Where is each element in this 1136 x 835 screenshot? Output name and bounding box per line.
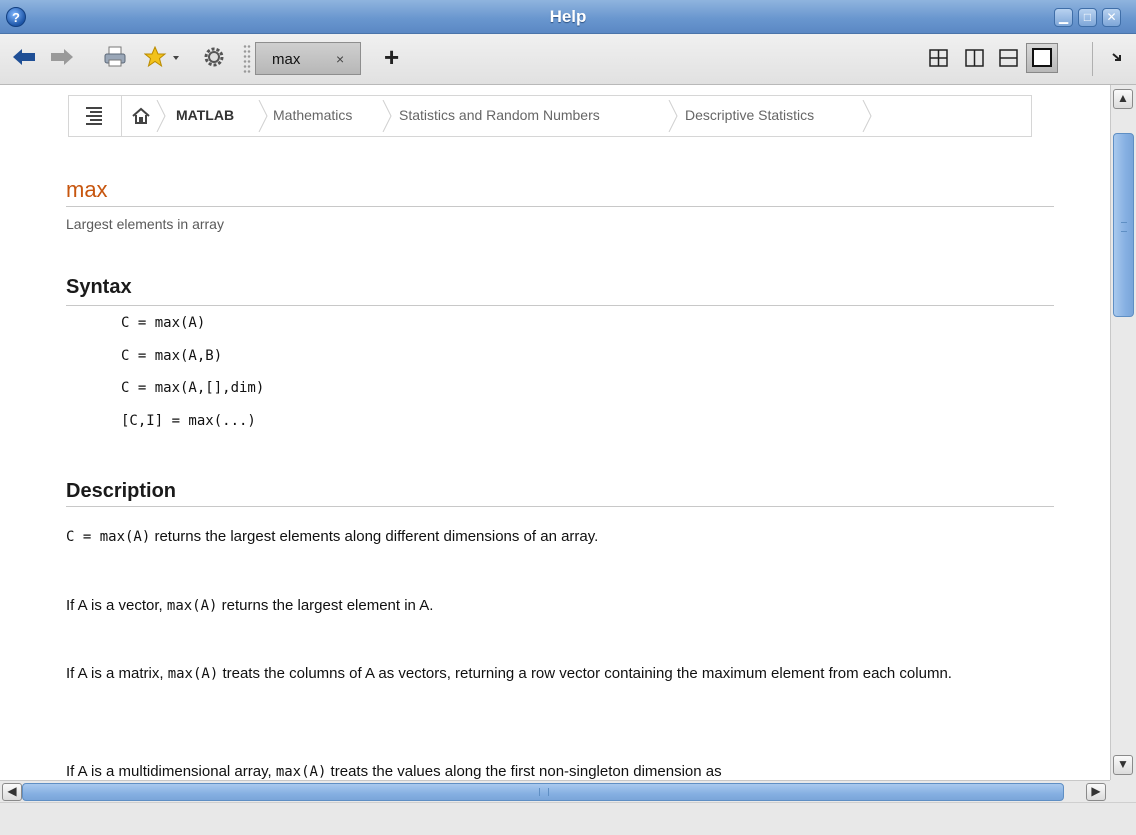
breadcrumb-mathematics[interactable]: Mathematics <box>273 107 352 123</box>
inline-code: max(A) <box>275 764 327 780</box>
paragraph-text: If A is a matrix, <box>66 665 168 682</box>
vertical-split-icon[interactable] <box>962 46 988 70</box>
paragraph-text: treats the columns of A as vectors, retu… <box>218 665 952 682</box>
minimize-icon[interactable]: ▁ <box>1054 8 1073 27</box>
vertical-scrollbar[interactable]: ▲ ▼ <box>1110 85 1136 780</box>
syntax-divider <box>66 305 1054 306</box>
breadcrumb-separator <box>156 100 166 132</box>
breadcrumb-separator <box>382 100 392 132</box>
horizontal-scroll-thumb[interactable] <box>22 783 1064 801</box>
tab-max[interactable]: max × <box>255 42 361 75</box>
inline-code: max(A) <box>167 666 219 682</box>
favorites-star-icon[interactable] <box>143 46 183 68</box>
breadcrumb-matlab[interactable]: MATLAB <box>176 107 234 123</box>
syntax-heading: Syntax <box>66 276 132 298</box>
window-title: Help <box>549 7 587 26</box>
tab-label: max <box>272 51 301 68</box>
description-paragraph: If A is a multidimensional array, max(A)… <box>66 757 1056 780</box>
grip-icon <box>539 788 549 796</box>
home-icon[interactable] <box>131 106 153 126</box>
close-icon[interactable]: ✕ <box>1102 8 1121 27</box>
settings-gear-icon[interactable] <box>202 46 226 68</box>
page-title: max <box>66 177 108 202</box>
vertical-scroll-thumb[interactable] <box>1113 133 1134 317</box>
inline-code: C = max(A) <box>66 529 151 545</box>
toolbar: max × + <box>0 34 1136 85</box>
grid-layout-icon[interactable] <box>926 46 952 70</box>
add-tab-button[interactable]: + <box>384 42 399 72</box>
title-bar: ? Help ▁ □ ✕ <box>0 0 1136 34</box>
paragraph-text: If A is a vector, <box>66 597 167 614</box>
paragraph-text: returns the largest elements along diffe… <box>150 528 599 545</box>
syntax-line[interactable]: C = max(A,[],dim) <box>121 380 264 396</box>
forward-arrow-icon[interactable] <box>48 46 76 68</box>
description-paragraph: If A is a matrix, max(A) treats the colu… <box>66 659 1056 689</box>
print-icon[interactable] <box>102 46 128 68</box>
scroll-up-icon[interactable]: ▲ <box>1113 89 1133 109</box>
breadcrumb-statistics[interactable]: Statistics and Random Numbers <box>399 107 600 123</box>
horizontal-scrollbar[interactable]: ◀ ▶ <box>0 780 1110 802</box>
scroll-down-icon[interactable]: ▼ <box>1113 755 1133 775</box>
breadcrumb: MATLAB Mathematics Statistics and Random… <box>68 95 1032 137</box>
breadcrumb-separator <box>668 100 678 132</box>
paragraph-text: If A is a multidimensional array, <box>66 763 276 780</box>
tab-grip[interactable] <box>243 44 251 74</box>
contents-menu-icon[interactable] <box>69 96 122 136</box>
breadcrumb-separator <box>258 100 268 132</box>
scroll-left-icon[interactable]: ◀ <box>2 783 22 801</box>
grip-icon <box>1121 222 1127 232</box>
scrollbar-corner <box>1110 780 1136 802</box>
status-bar <box>0 802 1136 835</box>
paragraph-text: treats the values along the first non-si… <box>326 763 722 780</box>
description-paragraph: If A is a vector, max(A) returns the lar… <box>66 591 1056 621</box>
description-paragraph: C = max(A) returns the largest elements … <box>66 522 1056 552</box>
back-arrow-icon[interactable] <box>10 46 38 68</box>
inline-code: max(A) <box>166 598 218 614</box>
syntax-line[interactable]: C = max(A) <box>121 315 205 331</box>
horizontal-split-icon[interactable] <box>996 46 1022 70</box>
maximize-icon[interactable]: □ <box>1078 8 1097 27</box>
paragraph-text: returns the largest element in A. <box>217 597 434 614</box>
description-heading: Description <box>66 480 177 502</box>
undock-arrow-icon[interactable] <box>1108 46 1128 68</box>
help-content: MATLAB Mathematics Statistics and Random… <box>0 85 1110 780</box>
syntax-line[interactable]: C = max(A,B) <box>121 348 222 364</box>
description-divider <box>66 506 1054 507</box>
breadcrumb-descriptive-statistics[interactable]: Descriptive Statistics <box>685 107 814 123</box>
scroll-right-icon[interactable]: ▶ <box>1086 783 1106 801</box>
tab-close-icon[interactable]: × <box>336 51 344 67</box>
function-purpose: Largest elements in array <box>66 216 224 232</box>
title-divider <box>66 206 1054 207</box>
toolbar-divider <box>1092 42 1093 76</box>
single-pane-icon[interactable] <box>1026 43 1058 73</box>
breadcrumb-separator <box>862 100 872 132</box>
syntax-line[interactable]: [C,I] = max(...) <box>121 413 256 429</box>
